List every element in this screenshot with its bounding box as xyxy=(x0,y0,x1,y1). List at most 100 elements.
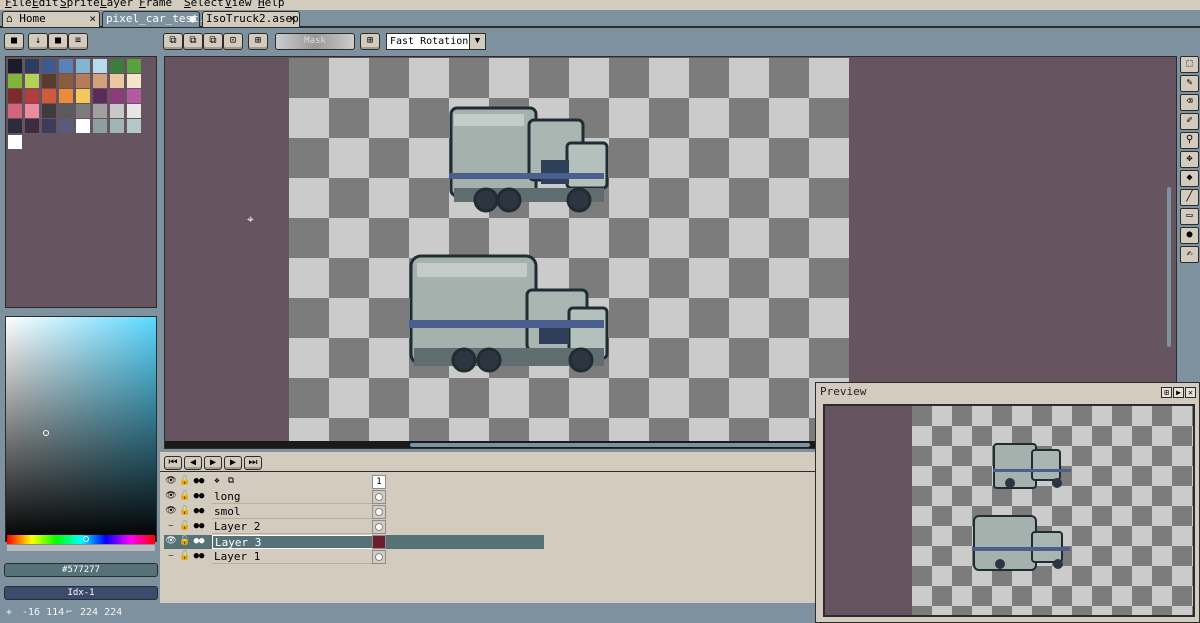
rectangle-tool[interactable]: ▭ xyxy=(1180,208,1199,225)
menu-edit[interactable]: Edit xyxy=(32,0,59,9)
palette-swatch[interactable] xyxy=(127,104,141,118)
menu-layer[interactable]: Layer xyxy=(100,0,133,9)
lock-icon[interactable]: 🔓 xyxy=(178,490,192,504)
tab-pixel-car-test[interactable]: pixel_car_test. ● xyxy=(102,11,205,27)
palette-swatch[interactable] xyxy=(8,119,22,133)
continuous-icon[interactable]: ●● xyxy=(192,490,206,504)
eraser-tool[interactable]: ⌫ xyxy=(1180,94,1199,111)
layer-name[interactable]: smol xyxy=(212,505,374,519)
palette-swatch[interactable] xyxy=(110,104,124,118)
eye-icon[interactable]: 👁 xyxy=(164,535,178,549)
palette-options-button[interactable]: ≡ xyxy=(68,33,88,50)
layer-row[interactable]: ⌣ 🔓 ●● Layer 1 xyxy=(164,550,544,564)
lock-icon[interactable]: 🔓 xyxy=(178,475,192,489)
palette-swatch[interactable] xyxy=(8,59,22,73)
palette-swatch[interactable] xyxy=(42,104,56,118)
palette-swatch[interactable] xyxy=(42,119,56,133)
play-button[interactable]: ▶ xyxy=(204,456,222,470)
palette-swatch[interactable] xyxy=(42,74,56,88)
vertical-scrollbar-thumb[interactable] xyxy=(1167,187,1171,347)
transform-options-button[interactable]: ⊞ xyxy=(360,33,380,50)
color-picker-cursor[interactable] xyxy=(43,430,49,436)
palette-swatch[interactable] xyxy=(127,119,141,133)
play-preview-button[interactable]: ▶ xyxy=(1173,387,1184,398)
layer-row[interactable]: 👁 🔓 ●● long xyxy=(164,490,544,504)
preview-canvas[interactable] xyxy=(823,404,1195,617)
hue-slider-handle[interactable] xyxy=(83,536,89,542)
palette-swatch[interactable] xyxy=(42,89,56,103)
sort-palette-button[interactable]: ↓ xyxy=(28,33,48,50)
menu-file[interactable]: File xyxy=(5,0,32,9)
save-palette-button[interactable]: ■ xyxy=(48,33,68,50)
lock-icon[interactable]: 🔓 xyxy=(178,550,192,564)
blur-tool[interactable]: ● xyxy=(1180,227,1199,244)
menu-help[interactable]: Help xyxy=(258,0,285,9)
prev-frame-button[interactable]: ◀ xyxy=(184,456,202,470)
palette-swatch[interactable] xyxy=(8,89,22,103)
close-icon[interactable]: × xyxy=(289,12,296,26)
modified-dot-icon[interactable]: ● xyxy=(189,12,196,26)
palette-swatch[interactable] xyxy=(25,119,39,133)
palette-swatch[interactable] xyxy=(76,119,90,133)
menu-view[interactable]: View xyxy=(225,0,252,9)
layer-row[interactable]: ⌣ 🔓 ●● Layer 2 xyxy=(164,520,544,534)
last-frame-button[interactable]: ⏭ xyxy=(244,456,262,470)
layer-row[interactable]: 👁 🔓 ●● smol xyxy=(164,505,544,519)
layer-name[interactable]: Layer 2 xyxy=(212,520,374,534)
palette-swatch[interactable] xyxy=(110,89,124,103)
palette-swatch[interactable] xyxy=(8,104,22,118)
line-tool[interactable]: ╱ xyxy=(1180,189,1199,206)
palette-swatch[interactable] xyxy=(93,59,107,73)
move-tool[interactable]: ✥ xyxy=(1180,151,1199,168)
cel[interactable] xyxy=(372,490,386,504)
palette-swatch[interactable] xyxy=(127,89,141,103)
palette-swatch[interactable] xyxy=(59,119,73,133)
palette-swatch[interactable] xyxy=(76,104,90,118)
sprite-canvas[interactable] xyxy=(289,58,849,442)
reference-icon[interactable]: ⧉ xyxy=(224,475,238,489)
palette-swatch[interactable] xyxy=(93,104,107,118)
alpha-slider[interactable] xyxy=(7,545,155,551)
selection-subtract-button[interactable]: ⊡ xyxy=(223,33,243,50)
frame-number[interactable]: 1 xyxy=(372,475,386,489)
text-tool[interactable]: ✍ xyxy=(1180,246,1199,263)
horizontal-scrollbar-thumb[interactable] xyxy=(410,443,810,447)
rotation-algorithm-select[interactable]: Fast Rotation ▼ xyxy=(386,33,486,50)
tab-home[interactable]: ⌂ Home × xyxy=(2,11,100,27)
opaque-mode-button[interactable]: ⧉ xyxy=(183,33,203,50)
palette-swatch[interactable] xyxy=(8,135,22,149)
lock-icon[interactable]: 🔓 xyxy=(178,520,192,534)
cel[interactable] xyxy=(372,505,386,519)
zoom-tool[interactable]: ⚲ xyxy=(1180,132,1199,149)
continuous-icon[interactable]: ●● xyxy=(192,550,206,564)
color-index-field[interactable]: Idx-1 xyxy=(4,586,158,600)
eyedropper-tool[interactable]: ✐ xyxy=(1180,113,1199,130)
palette-swatch[interactable] xyxy=(59,59,73,73)
menu-frame[interactable]: Frame xyxy=(139,0,172,9)
hex-color-field[interactable]: #577277 xyxy=(4,563,158,577)
mask-color-button[interactable]: Mask xyxy=(275,33,355,50)
palette-swatch[interactable] xyxy=(76,74,90,88)
close-preview-button[interactable]: ✕ xyxy=(1185,387,1196,398)
layer-name[interactable]: long xyxy=(212,490,374,504)
lock-icon[interactable]: 🔓 xyxy=(178,505,192,519)
palette-swatch[interactable] xyxy=(8,74,22,88)
preview-window[interactable]: Preview ⊞ ▶ ✕ xyxy=(815,382,1200,623)
palette-swatch[interactable] xyxy=(25,89,39,103)
palette-swatch[interactable] xyxy=(127,74,141,88)
palette-swatch[interactable] xyxy=(76,89,90,103)
center-view-button[interactable]: ⊞ xyxy=(1161,387,1172,398)
marquee-tool[interactable]: ⬚ xyxy=(1180,56,1199,73)
palette-swatch[interactable] xyxy=(110,74,124,88)
selection-add-button[interactable]: ⧉ xyxy=(203,33,223,50)
continuous-icon[interactable]: ●● xyxy=(192,505,206,519)
close-icon[interactable]: × xyxy=(89,12,96,26)
cel-selected[interactable] xyxy=(372,535,386,549)
palette-swatch[interactable] xyxy=(127,59,141,73)
tab-isotruck2[interactable]: IsoTruck2.asep × xyxy=(202,11,300,27)
layer-row-selected[interactable]: 👁 🔓 ●● Layer 3 xyxy=(164,535,544,549)
eye-icon[interactable]: 👁 xyxy=(164,475,178,489)
palette-swatch[interactable] xyxy=(25,74,39,88)
continuous-icon[interactable]: ●● xyxy=(192,520,206,534)
fill-tool[interactable]: ◆ xyxy=(1180,170,1199,187)
